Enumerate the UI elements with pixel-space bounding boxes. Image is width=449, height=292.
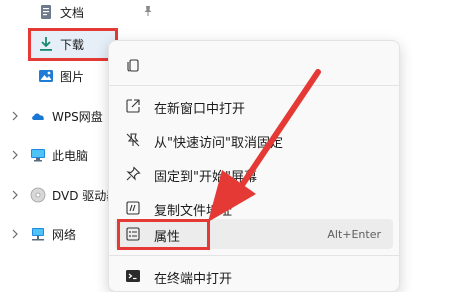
arrow-shaft [237,69,321,191]
annotation-arrow [208,69,321,222]
